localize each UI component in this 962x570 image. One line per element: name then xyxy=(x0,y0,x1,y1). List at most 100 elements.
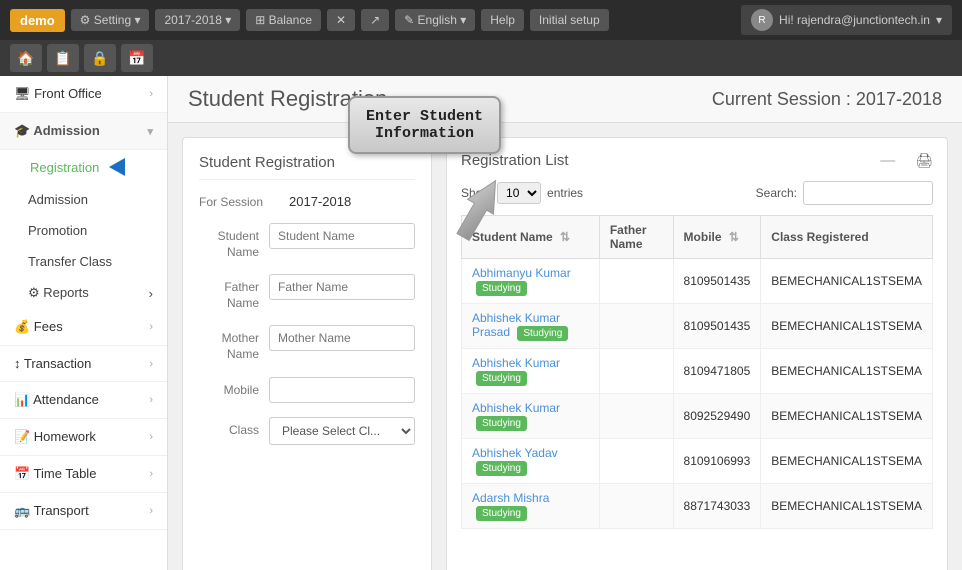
setting-button[interactable]: ⚙ Setting ▾ xyxy=(71,9,150,31)
lock-icon-btn[interactable]: 🔒 xyxy=(84,44,116,72)
class-select-wrap: Please Select Cl... xyxy=(269,417,415,445)
mother-name-group: Mother Name xyxy=(199,325,415,362)
student-link[interactable]: Abhimanyu Kumar xyxy=(472,266,571,280)
cell-class-registered: BEMECHANICAL1STSEMA xyxy=(761,259,933,304)
sort-icon-mobile: ⇅ xyxy=(729,230,739,244)
cell-student-name[interactable]: Abhishek Kumar Studying xyxy=(462,394,600,439)
student-link[interactable]: Abhishek Yadav xyxy=(472,446,558,460)
tooltip-box: Enter Student Information xyxy=(348,96,501,154)
col-class-registered[interactable]: Class Registered xyxy=(761,216,933,259)
reports-label: ⚙ Reports xyxy=(28,285,89,301)
language-button[interactable]: ✎ English ▾ xyxy=(395,9,475,31)
mobile-group: Mobile xyxy=(199,377,415,403)
user-info[interactable]: R Hi! rajendra@junctiontech.in ▾ xyxy=(741,5,952,35)
close-x-button[interactable]: ✕ xyxy=(327,9,355,31)
print-icon[interactable]: 🖨 xyxy=(915,152,933,169)
user-label: Hi! rajendra@junctiontech.in xyxy=(779,13,930,27)
right-panel: Registration List 🖨 — Show 10 25 50 entr… xyxy=(446,137,948,570)
cell-mobile: 8109501435 xyxy=(673,304,761,349)
attendance-label: 📊 Attendance xyxy=(14,392,99,408)
mother-name-input[interactable] xyxy=(269,325,415,351)
father-name-input[interactable] xyxy=(269,274,415,300)
promotion-label: Promotion xyxy=(28,223,87,238)
col-father-name[interactable]: Father Name xyxy=(599,216,673,259)
tooltip-line2: Information xyxy=(375,125,474,142)
session-label: For Session xyxy=(199,195,289,209)
left-panel: Student Registration For Session 2017-20… xyxy=(182,137,432,570)
sidebar-item-reports[interactable]: ⚙ Reports › xyxy=(0,277,167,309)
home-icon-btn[interactable]: 🏠 xyxy=(10,44,42,72)
initial-setup-button[interactable]: Initial setup xyxy=(530,9,609,31)
second-toolbar: 🏠 📋 🔒 📅 xyxy=(0,40,962,76)
brand-logo[interactable]: demo xyxy=(10,9,65,32)
sidebar-item-transfer-class[interactable]: Transfer Class xyxy=(0,246,167,277)
cell-father-name xyxy=(599,259,673,304)
cell-student-name[interactable]: Abhishek Kumar Studying xyxy=(462,349,600,394)
father-name-label: Father Name xyxy=(199,274,269,311)
balance-button[interactable]: ⊞ Balance xyxy=(246,9,321,31)
cell-class-registered: BEMECHANICAL1STSEMA xyxy=(761,439,933,484)
sidebar: 🖥 Front Office › 🎓 Admission ▾ Registrat… xyxy=(0,76,168,570)
father-name-input-wrap xyxy=(269,274,415,311)
cell-student-name[interactable]: Abhimanyu Kumar Studying xyxy=(462,259,600,304)
sidebar-item-transport[interactable]: 🚌 Transport › xyxy=(0,493,167,530)
search-input[interactable] xyxy=(803,181,933,205)
status-badge: Studying xyxy=(476,371,527,386)
transport-label: 🚌 Transport xyxy=(14,503,89,519)
cell-student-name[interactable]: Adarsh Mishra Studying xyxy=(462,484,600,529)
sidebar-item-admission[interactable]: 🎓 Admission ▾ xyxy=(0,113,167,150)
user-dropdown-arrow: ▾ xyxy=(936,13,942,27)
admission-arrow: ▾ xyxy=(147,125,153,138)
status-badge: Studying xyxy=(476,281,527,296)
panel-dash-icon[interactable]: — xyxy=(880,152,895,169)
student-link[interactable]: Abhishek Kumar xyxy=(472,356,560,370)
table-row: Abhishek Kumar Prasad Studying 810950143… xyxy=(462,304,933,349)
mother-name-label: Mother Name xyxy=(199,325,269,362)
sidebar-item-timetable[interactable]: 📅 Time Table › xyxy=(0,456,167,493)
help-button[interactable]: Help xyxy=(481,9,524,31)
sidebar-item-fees[interactable]: 💰 Fees › xyxy=(0,309,167,346)
cell-mobile: 8871743033 xyxy=(673,484,761,529)
sidebar-item-promotion[interactable]: Promotion xyxy=(0,215,167,246)
class-select[interactable]: Please Select Cl... xyxy=(269,417,415,445)
sidebar-item-front-office[interactable]: 🖥 Front Office › xyxy=(0,76,167,113)
expand-button[interactable]: ↗ xyxy=(361,9,389,31)
cell-mobile: 8109106993 xyxy=(673,439,761,484)
sort-icon-student: ⇅ xyxy=(560,230,570,244)
admission-sub-label: Admission xyxy=(28,192,88,207)
status-badge: Studying xyxy=(476,461,527,476)
sidebar-item-homework[interactable]: 📝 Homework › xyxy=(0,419,167,456)
student-link[interactable]: Abhishek Kumar xyxy=(472,401,560,415)
sidebar-item-attendance[interactable]: 📊 Attendance › xyxy=(0,382,167,419)
registration-table: Student Name ⇅ Father Name Mobile ⇅ Clas… xyxy=(461,215,933,529)
cell-student-name[interactable]: Abhishek Kumar Prasad Studying xyxy=(462,304,600,349)
transaction-label: ↕ Transaction xyxy=(14,356,91,371)
sidebar-item-transaction[interactable]: ↕ Transaction › xyxy=(0,346,167,382)
sidebar-item-admission-sub[interactable]: Admission xyxy=(0,184,167,215)
col-mobile[interactable]: Mobile ⇅ xyxy=(673,216,761,259)
cell-student-name[interactable]: Abhishek Yadav Studying xyxy=(462,439,600,484)
cell-class-registered: BEMECHANICAL1STSEMA xyxy=(761,484,933,529)
cell-father-name xyxy=(599,349,673,394)
student-name-group: Student Name xyxy=(199,223,415,260)
left-panel-title: Student Registration xyxy=(199,154,415,180)
avatar: R xyxy=(751,9,773,31)
student-link[interactable]: Adarsh Mishra xyxy=(472,491,549,505)
table-row: Abhishek Yadav Studying 8109106993 BEMEC… xyxy=(462,439,933,484)
fees-arrow: › xyxy=(149,321,153,333)
status-badge: Studying xyxy=(476,506,527,521)
table-row: Abhishek Kumar Studying 8092529490 BEMEC… xyxy=(462,394,933,439)
sidebar-item-registration[interactable]: Registration xyxy=(0,150,167,184)
main-layout: 🖥 Front Office › 🎓 Admission ▾ Registrat… xyxy=(0,76,962,570)
homework-arrow: › xyxy=(149,431,153,443)
table-row: Adarsh Mishra Studying 8871743033 BEMECH… xyxy=(462,484,933,529)
mobile-input[interactable] xyxy=(269,377,415,403)
front-office-arrow: › xyxy=(149,88,153,100)
student-name-input[interactable] xyxy=(269,223,415,249)
session-button[interactable]: 2017-2018 ▾ xyxy=(155,9,240,31)
docs-icon-btn[interactable]: 📋 xyxy=(47,44,79,72)
cell-class-registered: BEMECHANICAL1STSEMA xyxy=(761,394,933,439)
calendar-icon-btn[interactable]: 📅 xyxy=(121,44,153,72)
mobile-input-wrap xyxy=(269,377,415,403)
session-row: For Session 2017-2018 xyxy=(199,194,415,209)
